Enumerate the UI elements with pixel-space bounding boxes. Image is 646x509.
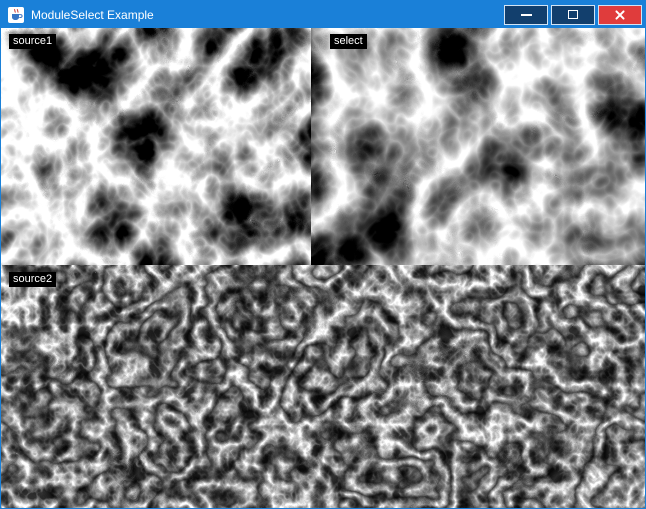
noise-render-area: source1 select source2 <box>1 28 645 508</box>
maximize-button[interactable] <box>551 5 595 25</box>
titlebar[interactable]: ModuleSelect Example <box>1 1 645 28</box>
maximize-icon <box>568 10 578 19</box>
label-source2: source2 <box>9 272 56 287</box>
window-title: ModuleSelect Example <box>31 8 154 22</box>
source1-noise-image <box>1 28 311 265</box>
minimize-icon <box>521 14 532 16</box>
source2-noise-image <box>1 265 645 508</box>
window-controls <box>504 5 645 25</box>
java-app-icon <box>8 7 24 23</box>
label-source1: source1 <box>9 34 56 49</box>
close-button[interactable] <box>598 5 642 25</box>
app-window: ModuleSelect Example <box>0 0 646 509</box>
close-icon <box>614 9 626 21</box>
label-select: select <box>330 34 367 49</box>
minimize-button[interactable] <box>504 5 548 25</box>
